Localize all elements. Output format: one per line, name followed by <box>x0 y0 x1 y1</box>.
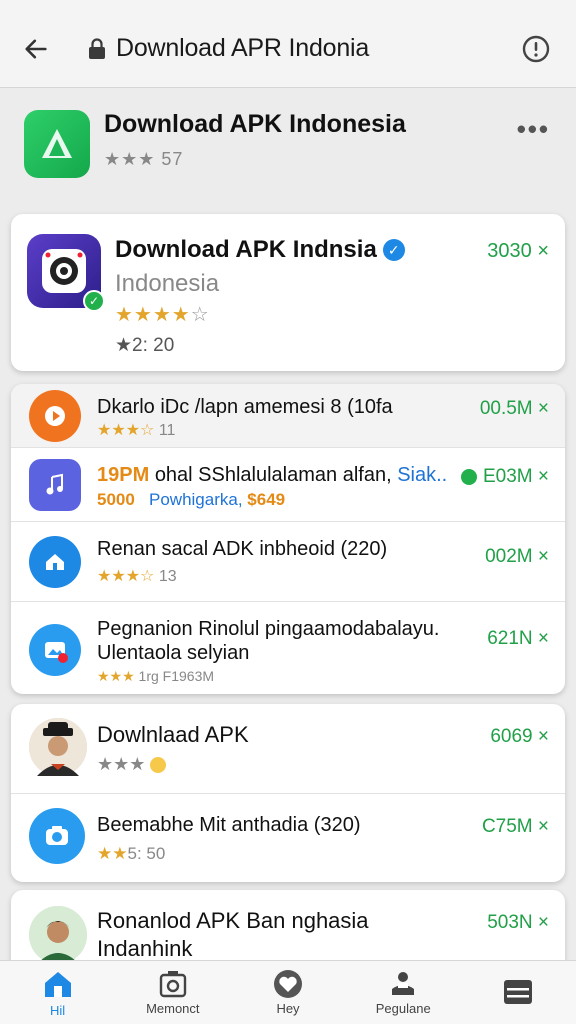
play-icon <box>29 390 81 442</box>
nav-pegulane[interactable]: Pegulane <box>346 961 461 1024</box>
home-icon <box>44 972 71 997</box>
nav-hey[interactable]: Hey <box>230 961 345 1024</box>
music-note-icon <box>29 459 81 511</box>
list-item[interactable]: Dowlnlaad APK ★★★ 6069 × <box>11 704 565 794</box>
app-list-2: Dowlnlaad APK ★★★ 6069 × Beemabhe Mit an… <box>11 704 565 882</box>
app-list-1: Dkarlo iDc /lapn amemesi 8 (10fa ★★★☆ 11… <box>11 384 565 694</box>
verified-icon: ✓ <box>382 239 405 261</box>
featured-size[interactable]: 3030 × <box>487 240 549 263</box>
speaker-app-icon: ✓ <box>27 234 105 312</box>
nav-menu[interactable] <box>461 961 576 1024</box>
emoji-icon <box>150 757 167 774</box>
list-item[interactable]: 19PM ohal SShlalulalaman alfan, Siak.. 5… <box>11 448 565 522</box>
avatar <box>29 906 87 964</box>
list-item[interactable]: Ronanlod APK Ban nghasia Indanhink 503N … <box>11 890 565 970</box>
menu-icon <box>504 979 533 1004</box>
header-rating: ★★★ 57 <box>104 149 184 169</box>
more-options-icon[interactable]: ••• <box>517 114 550 145</box>
list-item[interactable]: Renan sacal ADK inbheoid (220) ★★★☆ 13 0… <box>11 522 565 602</box>
nav-home[interactable]: Hil <box>0 961 115 1024</box>
app-list-3: Ronanlod APK Ban nghasia Indanhink 503N … <box>11 890 565 970</box>
browser-toolbar: Download APR Indonia <box>0 10 576 88</box>
featured-subtitle: Indonesia <box>115 270 220 297</box>
featured-count: ★2: 20 <box>115 335 175 356</box>
featured-app-card[interactable]: ✓ Download APK Indnsia ✓ Indonesia ★★★★☆… <box>11 214 565 371</box>
heart-icon <box>274 970 302 998</box>
app-logo-icon <box>24 110 90 178</box>
bottom-navigation: Hil Memonct Hey Pegulane <box>0 960 576 1024</box>
home-icon <box>29 536 81 588</box>
camera-icon <box>29 808 85 864</box>
url-text: Download APR Indonia <box>116 34 370 62</box>
info-icon <box>522 35 550 62</box>
status-bar <box>0 0 576 10</box>
info-button[interactable] <box>496 10 576 88</box>
header-app: Download APK Indonesia ★★★ 57 ••• <box>0 88 576 200</box>
whatsapp-icon <box>460 469 477 485</box>
nav-memonct[interactable]: Memonct <box>115 961 230 1024</box>
header-title: Download APK Indonesia <box>104 110 406 138</box>
lock-icon <box>89 37 105 59</box>
avatar <box>29 718 87 776</box>
list-item[interactable]: Dkarlo iDc /lapn amemesi 8 (10fa ★★★☆ 11… <box>11 384 565 448</box>
check-badge-icon: ✓ <box>83 290 105 312</box>
featured-title: Download APK Indnsia ✓ <box>115 236 405 264</box>
people-icon <box>392 972 415 995</box>
address-bar[interactable]: Download APR Indonia <box>72 22 496 76</box>
camera-icon <box>159 971 186 998</box>
photo-edit-icon <box>29 624 81 676</box>
featured-stars: ★★★★☆ <box>115 304 210 326</box>
list-item[interactable]: Beemabhe Mit anthadia (320) ★★5: 50 C75M… <box>11 794 565 882</box>
list-item[interactable]: Pegnanion Rinolul pingaamodabalayu. Ulen… <box>11 602 565 694</box>
back-button[interactable] <box>0 10 72 88</box>
back-arrow-icon <box>25 39 47 58</box>
